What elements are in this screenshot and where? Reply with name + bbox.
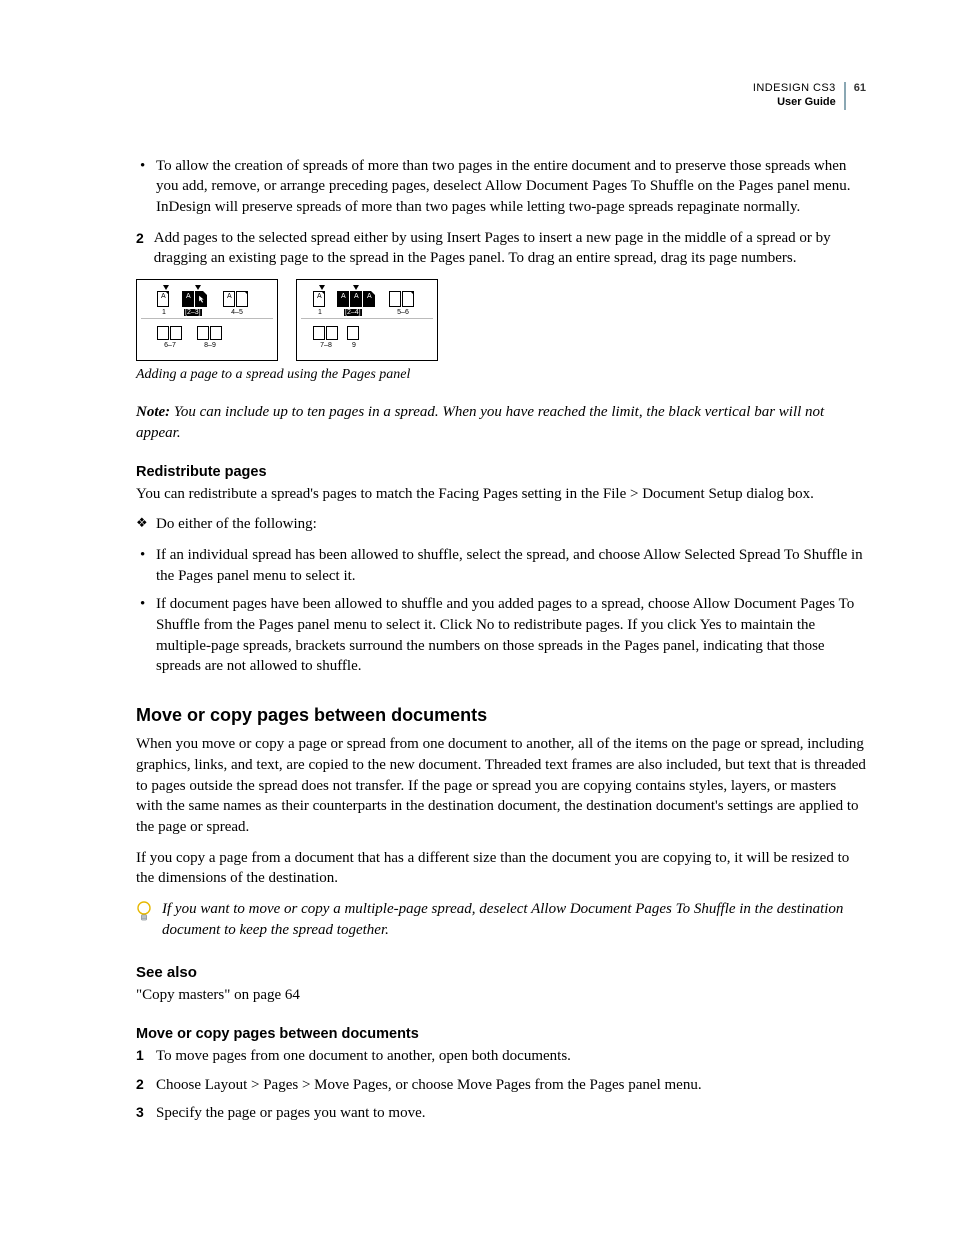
lightbulb-icon <box>136 901 152 923</box>
paragraph: When you move or copy a page or spread f… <box>136 734 866 837</box>
doc-title: User Guide <box>753 96 836 110</box>
lead-list: Do either of the following: <box>136 514 866 535</box>
bullet-item: To allow the creation of spreads of more… <box>136 156 866 218</box>
figure: A 1 A [2–3] A 4–5 6–7 8–9 A 1 A A A [2– <box>136 279 866 361</box>
numbered-list: 1To move pages from one document to anot… <box>136 1046 866 1124</box>
figure-caption: Adding a page to a spread using the Page… <box>136 365 866 384</box>
page-number: 61 <box>846 82 866 110</box>
step-number: 2 <box>136 228 144 269</box>
bullet-list: To allow the creation of spreads of more… <box>136 156 866 218</box>
see-also-link[interactable]: "Copy masters" on page 64 <box>136 985 866 1006</box>
bullet-list: If an individual spread has been allowed… <box>136 545 866 677</box>
lead-item: Do either of the following: <box>136 514 866 535</box>
step-text: Add pages to the selected spread either … <box>154 228 866 269</box>
paragraph: You can redistribute a spread's pages to… <box>136 484 866 505</box>
subheading-redistribute: Redistribute pages <box>136 464 866 480</box>
note-label: Note: <box>136 404 170 420</box>
tip: If you want to move or copy a multiple-p… <box>136 899 866 940</box>
tip-text: If you want to move or copy a multiple-p… <box>162 899 866 940</box>
step-item: 1To move pages from one document to anot… <box>136 1046 866 1067</box>
note: Note: You can include up to ten pages in… <box>136 402 866 443</box>
pages-panel-before: A 1 A [2–3] A 4–5 6–7 8–9 <box>136 279 278 361</box>
see-also-heading: See also <box>136 964 866 981</box>
subheading-move-steps: Move or copy pages between documents <box>136 1026 866 1042</box>
section-heading-move: Move or copy pages between documents <box>136 705 866 726</box>
bullet-item: If an individual spread has been allowed… <box>136 545 866 586</box>
paragraph: If you copy a page from a document that … <box>136 848 866 889</box>
product-name: INDESIGN CS3 <box>753 82 836 96</box>
step-item: 2Choose Layout > Pages > Move Pages, or … <box>136 1075 866 1096</box>
running-header: INDESIGN CS3 User Guide 61 <box>136 82 866 110</box>
numbered-step: 2 Add pages to the selected spread eithe… <box>136 228 866 269</box>
bullet-item: If document pages have been allowed to s… <box>136 594 866 677</box>
note-body: You can include up to ten pages in a spr… <box>136 404 824 441</box>
page: INDESIGN CS3 User Guide 61 To allow the … <box>0 0 954 1194</box>
step-item: 3Specify the page or pages you want to m… <box>136 1103 866 1124</box>
pages-panel-after: A 1 A A A [2–4] 5–6 7–8 9 <box>296 279 438 361</box>
